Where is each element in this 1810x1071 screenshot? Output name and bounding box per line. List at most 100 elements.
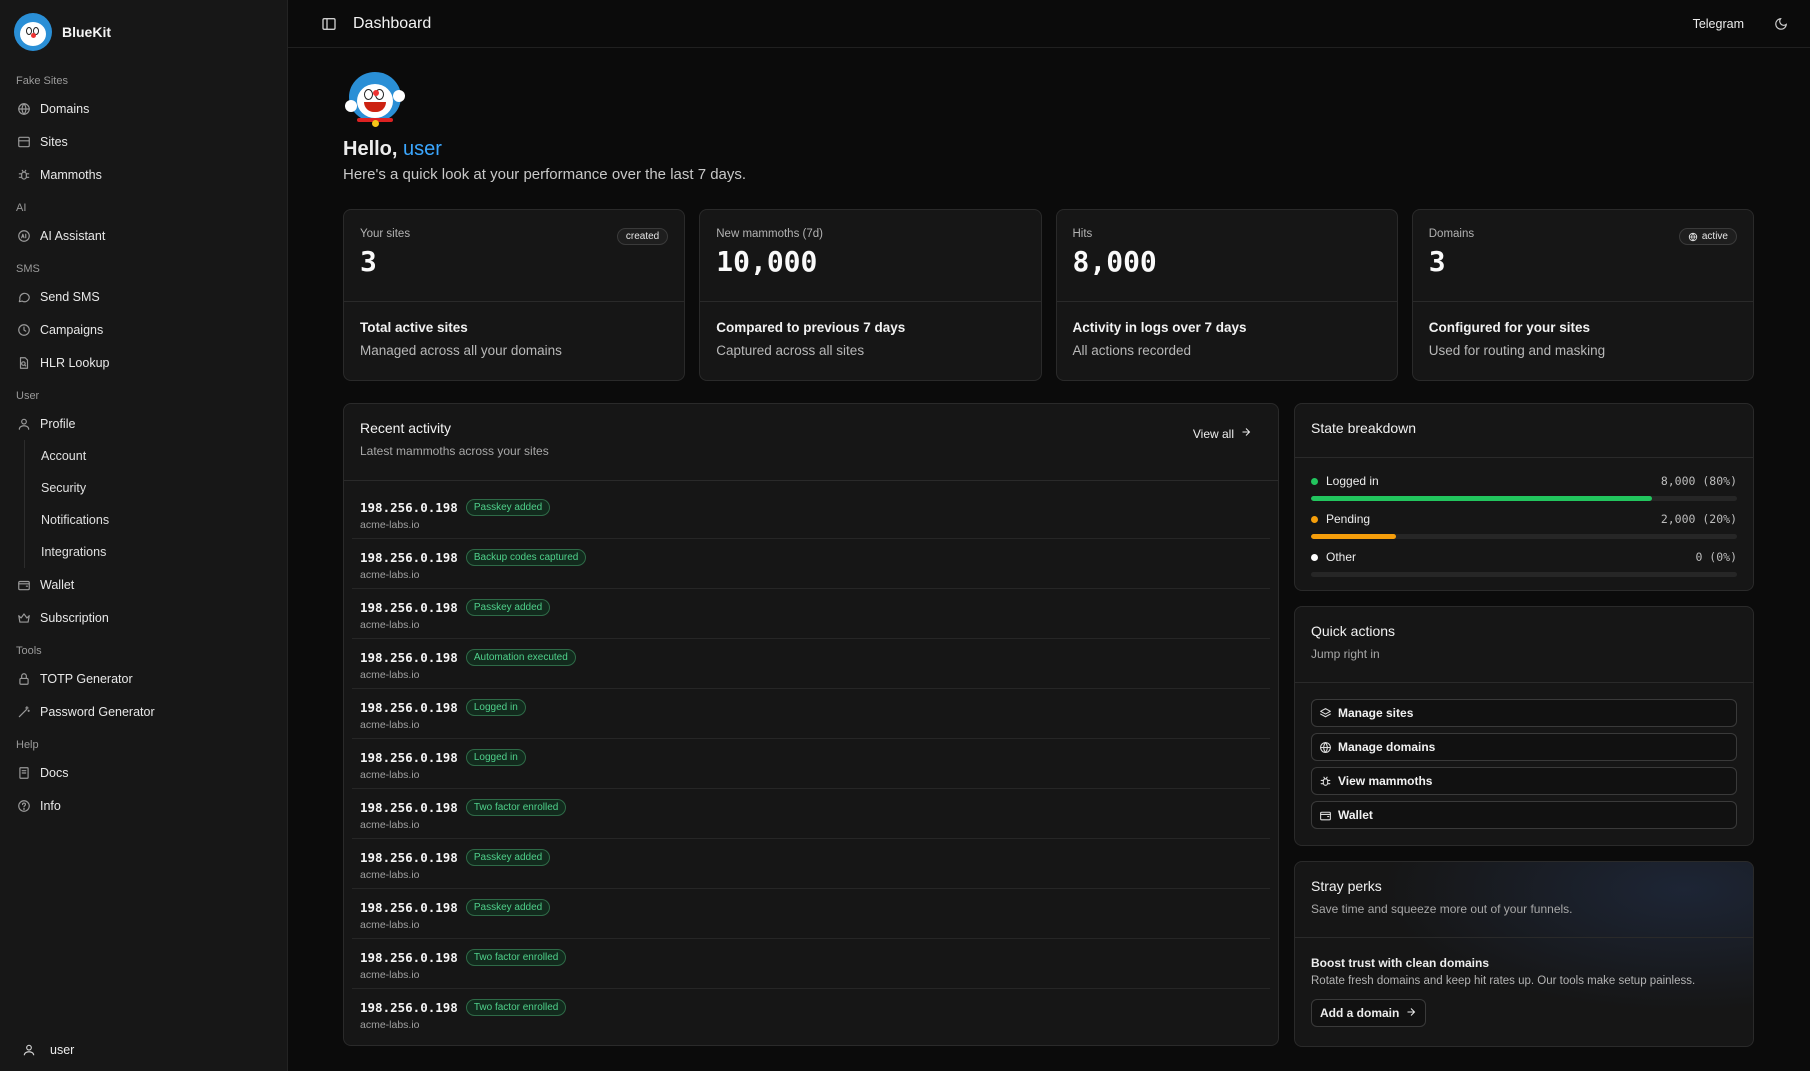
activity-row[interactable]: 198.256.0.198 Logged in acme-labs.io xyxy=(352,689,1270,739)
state-title: State breakdown xyxy=(1311,420,1417,436)
activity-host: acme-labs.io xyxy=(360,919,420,931)
sidebar-item-label: Password Generator xyxy=(40,704,155,719)
activity-host: acme-labs.io xyxy=(360,1019,420,1031)
activity-host: acme-labs.io xyxy=(360,769,420,781)
activity-host: acme-labs.io xyxy=(360,719,420,731)
sidebar-item-subscription[interactable]: Subscription xyxy=(16,601,271,634)
sidebar-item-send-sms[interactable]: Send SMS xyxy=(16,280,271,313)
profile-subnav: Account Security Notifications Integrations xyxy=(24,440,271,568)
status-badge: created xyxy=(616,228,669,245)
nav-section-label: AI xyxy=(16,202,27,214)
activity-ip: 198.256.0.198 xyxy=(360,700,458,715)
sidebar-item-campaigns[interactable]: Campaigns xyxy=(16,313,271,346)
state-dot xyxy=(1311,553,1318,561)
activity-tag: Passkey added xyxy=(465,599,551,616)
activity-row[interactable]: 198.256.0.198 Automation executed acme-lab… xyxy=(352,639,1270,689)
sidebar-subitem-security[interactable]: Security xyxy=(41,472,271,504)
activity-row[interactable]: 198.256.0.198 Backup codes captured acme-l… xyxy=(352,539,1270,589)
brand-logo xyxy=(14,13,52,51)
activity-row[interactable]: 198.256.0.198 Passkey added acme-labs.io xyxy=(352,839,1270,889)
sidebar-user[interactable]: user xyxy=(22,1043,74,1057)
state-name: Pending xyxy=(1326,512,1371,526)
brand-name: BlueKit xyxy=(62,24,111,40)
activity-row[interactable]: 198.256.0.198 Two factor enrolled acme-lab… xyxy=(352,989,1270,1039)
stat-heading: Total active sites xyxy=(360,320,468,335)
activity-host: acme-labs.io xyxy=(360,869,420,881)
activity-ip: 198.256.0.198 xyxy=(360,750,458,765)
activity-list: 198.256.0.198 Passkey added acme-labs.io 19… xyxy=(344,481,1278,1039)
activity-tag: Two factor enrolled xyxy=(465,949,567,966)
activity-tag: Passkey added xyxy=(465,499,551,516)
activity-row[interactable]: 198.256.0.198 Two factor enrolled acme-lab… xyxy=(352,789,1270,839)
activity-host: acme-labs.io xyxy=(360,569,420,581)
sidebar-item-hlr-lookup[interactable]: HLR Lookup xyxy=(16,346,271,379)
activity-tag: Automation executed xyxy=(465,649,576,666)
sidebar-item-wallet[interactable]: Wallet xyxy=(16,568,271,601)
sidebar-item-info[interactable]: Info xyxy=(16,789,271,822)
manage-sites-button[interactable]: Manage sites xyxy=(1311,699,1737,727)
sidebar-item-ai-assistant[interactable]: AI Assistant xyxy=(16,219,271,252)
sidebar-item-mammoths[interactable]: Mammoths xyxy=(16,158,271,191)
perks-heading: Boost trust with clean domains xyxy=(1311,956,1490,970)
state-bar xyxy=(1311,496,1737,501)
page-title: Dashboard xyxy=(353,14,432,32)
brand[interactable]: BlueKit xyxy=(0,0,287,64)
activity-tag: Logged in xyxy=(465,749,526,766)
sidebar-toggle-icon[interactable] xyxy=(321,16,337,32)
activity-row[interactable]: 198.256.0.198 Two factor enrolled acme-lab… xyxy=(352,939,1270,989)
status-badge-label: active xyxy=(1701,231,1728,242)
wand-icon xyxy=(16,704,32,720)
help-circle-icon xyxy=(16,798,32,814)
sidebar-item-domains[interactable]: Domains xyxy=(16,92,271,125)
add-domain-button[interactable]: Add a domain xyxy=(1311,999,1427,1027)
quick-actions-subtitle: Jump right in xyxy=(1311,647,1380,661)
book-icon xyxy=(16,765,32,781)
sidebar-subitem-notifications[interactable]: Notifications xyxy=(41,504,271,536)
activity-row[interactable]: 198.256.0.198 Passkey added acme-labs.io xyxy=(352,889,1270,939)
activity-row[interactable]: 198.256.0.198 Logged in acme-labs.io xyxy=(352,739,1270,789)
view-all-label: View all xyxy=(1192,426,1234,441)
greeting: Hello, user xyxy=(343,138,1754,161)
quick-actions-title: Quick actions xyxy=(1311,623,1396,639)
stat-value: 3 xyxy=(1428,245,1446,278)
sidebar-item-label: Send SMS xyxy=(40,289,100,304)
wallet-button[interactable]: Wallet xyxy=(1311,801,1737,829)
main: Dashboard Telegram Hello, user Here's a … xyxy=(288,0,1810,1071)
perks-description: Rotate fresh domains and keep hit rates … xyxy=(1311,975,1696,987)
sidebar-item-label: Campaigns xyxy=(40,322,104,337)
sidebar-item-docs[interactable]: Docs xyxy=(16,756,271,789)
perks-title: Stray perks xyxy=(1311,878,1382,894)
stat-value: 8,000 xyxy=(1072,245,1157,278)
activity-row[interactable]: 198.256.0.198 Passkey added acme-labs.io xyxy=(352,589,1270,639)
activity-tag: Two factor enrolled xyxy=(465,999,567,1016)
activity-tag: Passkey added xyxy=(465,849,551,866)
moon-icon[interactable] xyxy=(1774,17,1788,31)
sidebar-subitem-integrations[interactable]: Integrations xyxy=(41,536,271,568)
stat-label: Hits xyxy=(1072,228,1093,240)
manage-domains-button[interactable]: Manage domains xyxy=(1311,733,1737,761)
sidebar-item-password-generator[interactable]: Password Generator xyxy=(16,695,271,728)
view-all-link[interactable]: View all xyxy=(1193,426,1252,441)
stat-label: New mammoths (7d) xyxy=(716,228,823,240)
sidebar-item-totp-generator[interactable]: TOTP Generator xyxy=(16,662,271,695)
activity-ip: 198.256.0.198 xyxy=(360,800,458,815)
sidebar-item-label: Subscription xyxy=(40,610,109,625)
view-mammoths-button[interactable]: View mammoths xyxy=(1311,767,1737,795)
nav-section-user: User Profile Account Security Notifications I… xyxy=(0,385,287,634)
sidebar-subitem-account[interactable]: Account xyxy=(41,440,271,472)
nav-section-tools: Tools TOTP Generator Password Generator xyxy=(0,640,287,728)
nav-section-help: Help Docs Info xyxy=(0,734,287,822)
sidebar-item-sites[interactable]: Sites xyxy=(16,125,271,158)
telegram-link[interactable]: Telegram xyxy=(1693,17,1744,31)
stat-heading: Configured for your sites xyxy=(1428,320,1591,335)
sidebar-item-label: Mammoths xyxy=(40,167,102,182)
activity-row[interactable]: 198.256.0.198 Passkey added acme-labs.io xyxy=(352,489,1270,539)
wallet-icon xyxy=(1319,809,1332,822)
stray-perks-card: Stray perks Save time and squeeze more o… xyxy=(1294,861,1754,1047)
state-name: Logged in xyxy=(1326,474,1379,488)
sidebar-item-profile[interactable]: Profile xyxy=(16,407,271,440)
user-icon xyxy=(16,416,32,432)
greeting-name: user xyxy=(403,138,442,160)
globe-icon xyxy=(1319,741,1332,754)
activity-ip: 198.256.0.198 xyxy=(360,500,458,515)
